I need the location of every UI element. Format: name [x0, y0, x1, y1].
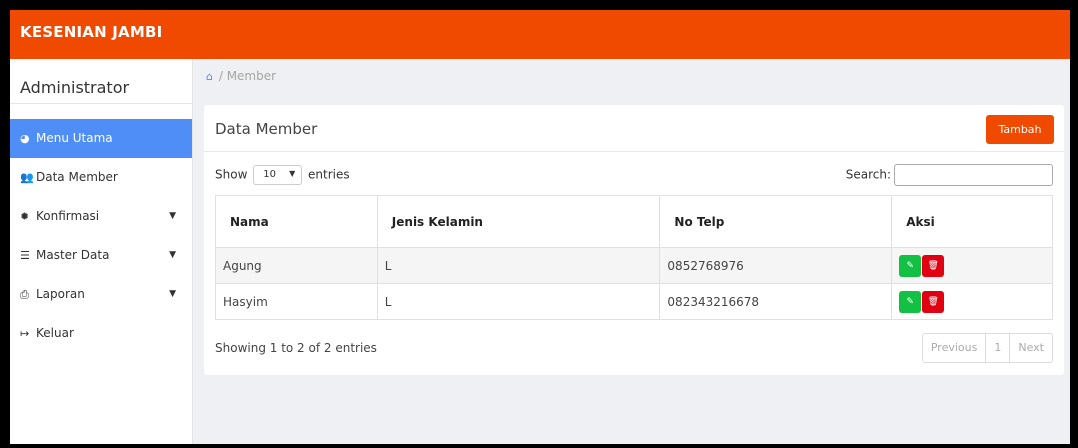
caret-down-icon: ▼ — [169, 211, 176, 221]
dashboard-icon: ◕ — [20, 132, 30, 145]
caret-down-icon: ▼ — [169, 289, 176, 299]
table-info: Showing 1 to 2 of 2 entries — [215, 341, 377, 355]
delete-button[interactable]: 🗑 — [922, 254, 945, 277]
sidebar-item-menu-utama[interactable]: ◕ Menu Utama — [10, 119, 192, 158]
sidebar-item-label: Data Member — [36, 170, 118, 184]
page-length-select[interactable]: 10 ▼ — [253, 165, 303, 185]
delete-button[interactable]: 🗑 — [922, 290, 945, 313]
cell-aksi: ✎ 🗑 — [891, 247, 1053, 284]
column-header-jenis-kelamin[interactable]: Jenis Kelamin — [376, 195, 661, 248]
sidebar-item-label: Menu Utama — [36, 131, 113, 145]
printer-icon: ⎙ — [20, 288, 29, 301]
trash-icon: 🗑 — [927, 296, 939, 307]
sidebar-item-label: Laporan — [36, 287, 85, 301]
table-row: Hasyim L 082343216678 ✎ 🗑 — [215, 283, 1053, 320]
member-table: Nama Jenis Kelamin No Telp Aksi Agung L … — [215, 195, 1053, 320]
caret-down-icon: ▼ — [289, 169, 296, 178]
pagination: Previous 1 Next — [921, 333, 1053, 363]
tambah-button[interactable]: Tambah — [986, 115, 1054, 144]
sidebar-item-master-data[interactable]: ☰ Master Data ▼ — [10, 236, 192, 275]
breadcrumb-current: Member — [226, 69, 277, 83]
show-label: Show — [215, 167, 248, 182]
caret-down-icon: ▼ — [169, 250, 176, 260]
edit-button[interactable]: ✎ — [899, 254, 922, 277]
sidebar-item-label: Konfirmasi — [36, 209, 100, 223]
breadcrumb-separator: / — [218, 69, 223, 83]
cell-jenis-kelamin: L — [376, 247, 661, 284]
users-icon: 👥 — [20, 171, 34, 184]
search-input[interactable] — [894, 164, 1053, 186]
next-button[interactable]: Next — [1009, 334, 1052, 362]
edit-icon: ✎ — [906, 260, 914, 271]
table-header-row: Nama Jenis Kelamin No Telp Aksi — [215, 195, 1053, 248]
sidebar-item-laporan[interactable]: ⎙ Laporan ▼ — [10, 275, 192, 314]
edit-button[interactable]: ✎ — [899, 290, 922, 313]
sidebar-title: Administrator — [10, 59, 192, 104]
logout-icon: ↦ — [20, 327, 30, 340]
app-frame: KESENIAN JAMBI Administrator ◕ Menu Utama… — [10, 10, 1070, 444]
top-navbar: KESENIAN JAMBI — [10, 10, 1070, 59]
sidebar-item-label: Master Data — [36, 248, 110, 262]
cell-no-telp: 0852768976 — [659, 247, 893, 284]
page-length-control: Show 10 ▼ entries — [215, 165, 350, 185]
column-header-nama[interactable]: Nama — [215, 195, 378, 248]
cell-jenis-kelamin: L — [376, 283, 661, 320]
cell-nama: Agung — [215, 247, 378, 284]
column-header-no-telp[interactable]: No Telp — [659, 195, 893, 248]
home-icon[interactable]: ⌂ — [206, 70, 213, 83]
page-title: Data Member — [215, 120, 318, 138]
table-row: Agung L 0852768976 ✎ 🗑 — [215, 247, 1053, 284]
entries-label: entries — [308, 167, 350, 182]
sidebar-item-data-member[interactable]: 👥 Data Member — [10, 158, 192, 197]
sidebar: Administrator ◕ Menu Utama 👥 Data Member ✹… — [10, 59, 193, 444]
main-content: ⌂ / Member Data Member Tambah Show 10 ▼ e… — [194, 59, 1070, 444]
page-length-value: 10 — [263, 169, 276, 180]
sidebar-item-label: Keluar — [36, 326, 74, 340]
edit-icon: ✎ — [906, 296, 914, 307]
trash-icon: 🗑 — [927, 260, 939, 271]
data-member-card: Data Member Tambah Show 10 ▼ entries Sear… — [204, 105, 1064, 375]
card-header: Data Member Tambah — [204, 105, 1064, 152]
sidebar-menu: ◕ Menu Utama 👥 Data Member ✹ Konfirmasi ▼ ☰… — [10, 119, 192, 353]
cell-no-telp: 082343216678 — [659, 283, 893, 320]
column-header-aksi[interactable]: Aksi — [891, 195, 1053, 248]
previous-button[interactable]: Previous — [923, 334, 985, 362]
sidebar-item-konfirmasi[interactable]: ✹ Konfirmasi ▼ — [10, 197, 192, 236]
search-control: Search: — [846, 164, 1053, 186]
database-icon: ☰ — [20, 249, 30, 262]
gear-icon: ✹ — [20, 210, 30, 223]
brand-title[interactable]: KESENIAN JAMBI — [20, 23, 162, 41]
search-label: Search: — [845, 167, 891, 182]
sidebar-item-keluar[interactable]: ↦ Keluar — [10, 314, 192, 353]
page-1-button[interactable]: 1 — [985, 334, 1009, 362]
breadcrumb: ⌂ / Member — [206, 69, 276, 83]
cell-aksi: ✎ 🗑 — [891, 283, 1053, 320]
cell-nama: Hasyim — [215, 283, 378, 320]
